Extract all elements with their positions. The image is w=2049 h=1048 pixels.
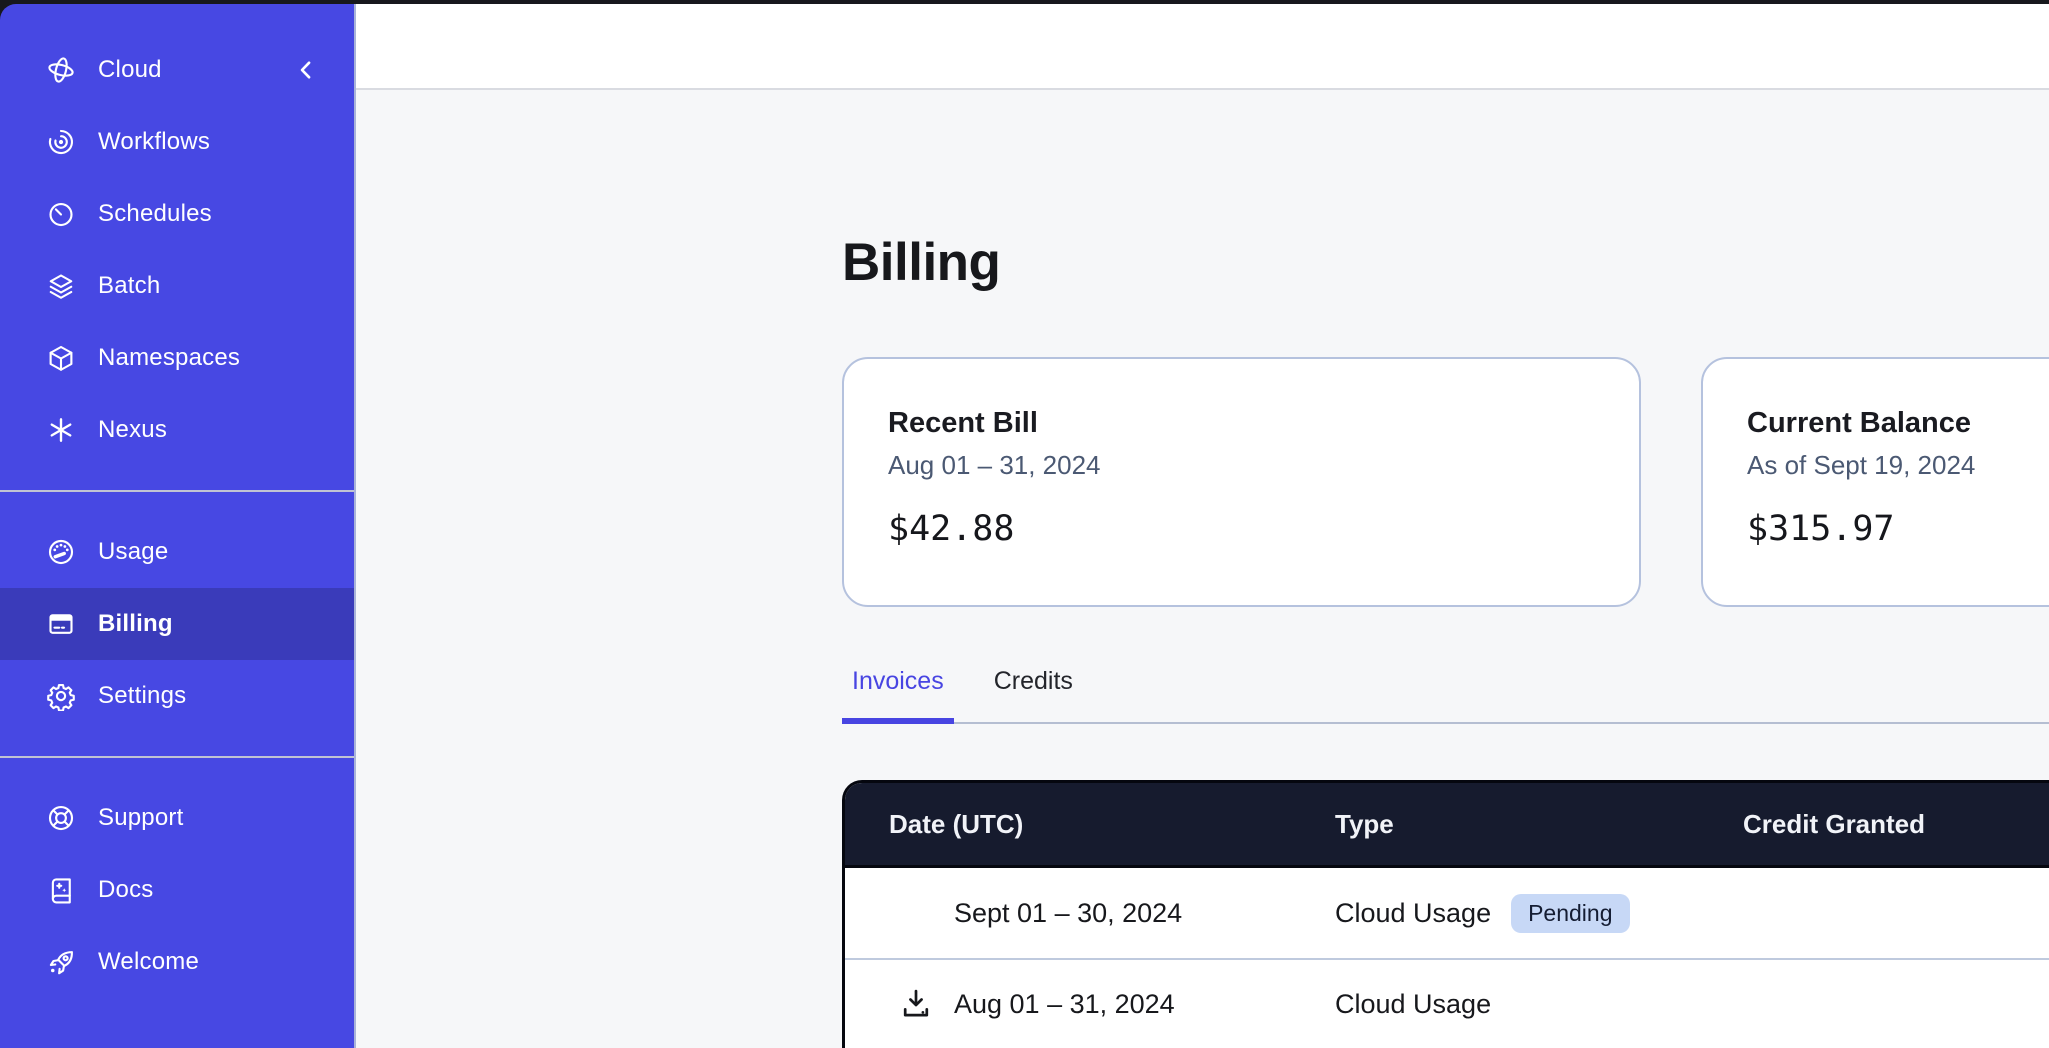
sidebar-item-label: Welcome (98, 948, 199, 976)
sidebar-item-welcome[interactable]: Welcome (0, 926, 354, 998)
top-header-bar (356, 4, 2049, 90)
card-subtitle: As of Sept 19, 2024 (1747, 450, 2049, 481)
recent-bill-card: Recent Bill Aug 01 – 31, 2024 $42.88 (842, 357, 1641, 607)
nexus-asterisk-icon (46, 415, 76, 445)
sidebar-item-batch[interactable]: Batch (0, 250, 354, 322)
sidebar-item-label: Billing (98, 610, 173, 638)
download-invoice-icon[interactable] (896, 984, 936, 1024)
welcome-rocket-icon (46, 947, 76, 977)
column-header-type: Type (1335, 809, 1743, 840)
sidebar-item-cloud[interactable]: Cloud (0, 34, 354, 106)
table-row: Sept 01 – 30, 2024 Cloud Usage Pending (845, 868, 2049, 958)
docs-book-icon (46, 875, 76, 905)
workflows-icon (46, 127, 76, 157)
sidebar-item-label: Settings (98, 682, 186, 710)
sidebar: Cloud Workflows (0, 4, 356, 1048)
namespaces-cube-icon (46, 343, 76, 373)
main-content: Billing Recent Bill Aug 01 – 31, 2024 $4… (356, 90, 2049, 1048)
batch-icon (46, 271, 76, 301)
sidebar-item-label: Schedules (98, 200, 212, 228)
sidebar-item-label: Nexus (98, 416, 167, 444)
schedules-icon (46, 199, 76, 229)
settings-gear-icon (46, 681, 76, 711)
card-amount: $315.97 (1747, 509, 2049, 549)
invoices-table-header: Date (UTC) Type Credit Granted (845, 783, 2049, 868)
app-frame: Cloud Workflows (0, 4, 2049, 1048)
sidebar-item-label: Cloud (98, 56, 162, 84)
invoice-date: Aug 01 – 31, 2024 (954, 989, 1175, 1020)
card-title: Recent Bill (888, 407, 1595, 440)
invoice-type-cell: Cloud Usage Pending (1335, 894, 1743, 933)
sidebar-item-label: Support (98, 804, 183, 832)
card-title: Current Balance (1747, 407, 2049, 440)
invoice-date-cell: Aug 01 – 31, 2024 (845, 984, 1335, 1024)
column-header-credit-granted: Credit Granted (1743, 809, 2049, 840)
billing-tabs: Invoices Credits (842, 667, 2049, 724)
column-header-date: Date (UTC) (845, 809, 1335, 840)
tab-invoices[interactable]: Invoices (842, 667, 954, 724)
support-lifebuoy-icon (46, 803, 76, 833)
invoices-table: Date (UTC) Type Credit Granted Sept 01 –… (842, 780, 2049, 1048)
sidebar-item-label: Docs (98, 876, 153, 904)
invoice-date: Sept 01 – 30, 2024 (954, 898, 1182, 929)
invoice-type: Cloud Usage (1335, 898, 1491, 929)
sidebar-item-support[interactable]: Support (0, 782, 354, 854)
sidebar-divider (0, 490, 354, 492)
card-amount: $42.88 (888, 509, 1595, 549)
sidebar-item-nexus[interactable]: Nexus (0, 394, 354, 466)
sidebar-item-schedules[interactable]: Schedules (0, 178, 354, 250)
sidebar-item-workflows[interactable]: Workflows (0, 106, 354, 178)
main-column: Billing Recent Bill Aug 01 – 31, 2024 $4… (356, 4, 2049, 1048)
app-window: Cloud Workflows (0, 0, 2049, 1048)
card-subtitle: Aug 01 – 31, 2024 (888, 450, 1595, 481)
sidebar-item-label: Namespaces (98, 344, 240, 372)
temporal-logo-icon (46, 55, 76, 85)
sidebar-item-label: Batch (98, 272, 160, 300)
status-badge: Pending (1511, 894, 1629, 933)
sidebar-item-settings[interactable]: Settings (0, 660, 354, 732)
page-title: Billing (842, 232, 2049, 293)
table-row: Aug 01 – 31, 2024 Cloud Usage (845, 958, 2049, 1048)
sidebar-item-label: Workflows (98, 128, 210, 156)
invoice-date-cell: Sept 01 – 30, 2024 (845, 893, 1335, 933)
icon-spacer (896, 893, 936, 933)
sidebar-item-billing[interactable]: Billing (0, 588, 354, 660)
invoice-type-cell: Cloud Usage (1335, 989, 1743, 1020)
sidebar-item-namespaces[interactable]: Namespaces (0, 322, 354, 394)
sidebar-item-usage[interactable]: Usage (0, 516, 354, 588)
collapse-sidebar-icon[interactable] (292, 56, 320, 84)
sidebar-item-label: Usage (98, 538, 168, 566)
invoice-type: Cloud Usage (1335, 989, 1491, 1020)
billing-card-icon (46, 609, 76, 639)
summary-cards: Recent Bill Aug 01 – 31, 2024 $42.88 Cur… (842, 357, 2049, 607)
sidebar-divider (0, 756, 354, 758)
current-balance-card: Current Balance As of Sept 19, 2024 $315… (1701, 357, 2049, 607)
tab-credits[interactable]: Credits (984, 667, 1083, 722)
usage-gauge-icon (46, 537, 76, 567)
sidebar-item-docs[interactable]: Docs (0, 854, 354, 926)
